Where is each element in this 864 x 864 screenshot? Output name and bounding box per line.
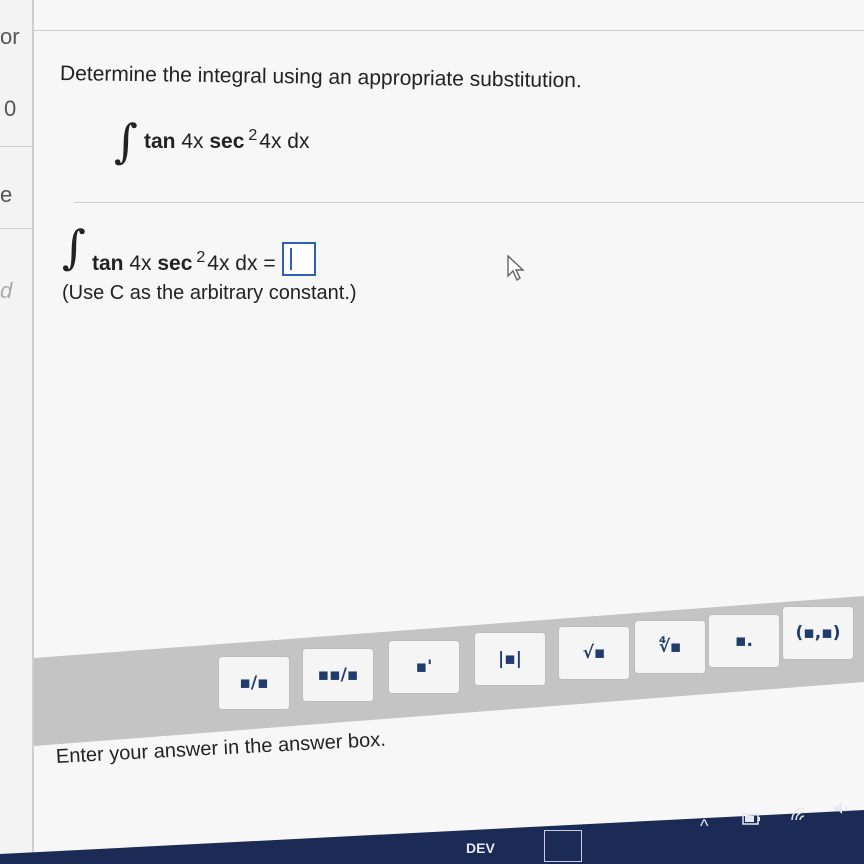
left-fragment-2: 0 xyxy=(4,96,17,121)
question-panel: Determine the integral using an appropri… xyxy=(34,0,864,864)
answer-input[interactable] xyxy=(281,242,316,276)
absolute-value-button[interactable]: |▪| xyxy=(474,632,546,686)
battery-icon[interactable] xyxy=(742,812,762,826)
square-root-button[interactable]: √▪ xyxy=(558,626,630,680)
arg-4x-dx: 4x dx xyxy=(259,130,310,153)
top-divider xyxy=(34,30,864,31)
given-integral: ∫ tan 4x sec 2 4x dx xyxy=(114,118,310,164)
decimal-button[interactable]: ▪. xyxy=(708,614,780,668)
absolute-value-icon: |▪| xyxy=(498,649,522,669)
arg-4x: 4x xyxy=(129,252,152,275)
nth-root-button[interactable]: ∜▪ xyxy=(634,620,706,674)
fraction-icon: ▪/▪ xyxy=(239,673,269,693)
volume-icon[interactable] xyxy=(832,800,852,816)
square-root-icon: √▪ xyxy=(582,643,606,663)
interval-button[interactable]: (▪,▪) xyxy=(782,606,854,660)
wifi-icon[interactable] xyxy=(790,806,810,822)
arg-4x-dx-equals: 4x dx = xyxy=(207,252,276,275)
left-fragment-3: e xyxy=(0,182,13,207)
exponent: 2 xyxy=(248,127,258,144)
interval-icon: (▪,▪) xyxy=(795,623,841,643)
left-fragment-1: or xyxy=(0,24,20,49)
left-strip: or 0 e d xyxy=(0,0,34,864)
left-divider xyxy=(0,228,32,229)
left-divider xyxy=(0,146,32,147)
func-sec: sec xyxy=(209,130,245,153)
section-divider xyxy=(74,202,864,203)
mouse-pointer-icon xyxy=(507,254,525,282)
integral-sign: ∫ xyxy=(62,220,86,274)
func-tan: tan xyxy=(143,130,176,153)
arg-4x: 4x xyxy=(181,130,204,153)
mixed-number-icon: ▪▪/▪ xyxy=(317,665,359,685)
integral-sign: ∫ xyxy=(114,114,138,168)
func-tan: tan xyxy=(91,252,124,275)
text-cursor xyxy=(289,248,292,270)
dev-taskbar-item[interactable]: DEV xyxy=(466,840,495,856)
decimal-icon: ▪. xyxy=(735,631,753,651)
tray-chevron-icon[interactable]: ^ xyxy=(700,816,708,837)
nth-root-icon: ∜▪ xyxy=(658,637,682,657)
exponent-button[interactable]: ▪' xyxy=(388,640,460,694)
exponent: 2 xyxy=(196,249,206,266)
answer-equation: ∫ tan 4x sec 2 4x dx = xyxy=(62,224,316,276)
fraction-button[interactable]: ▪/▪ xyxy=(218,656,290,710)
left-fragment-4: d xyxy=(0,278,13,303)
func-sec: sec xyxy=(157,252,193,275)
mixed-number-button[interactable]: ▪▪/▪ xyxy=(302,648,374,702)
question-prompt: Determine the integral using an appropri… xyxy=(59,62,582,93)
exponent-icon: ▪' xyxy=(415,657,433,677)
taskbar-window-button[interactable] xyxy=(544,830,582,862)
constant-hint: (Use C as the arbitrary constant.) xyxy=(62,282,357,304)
